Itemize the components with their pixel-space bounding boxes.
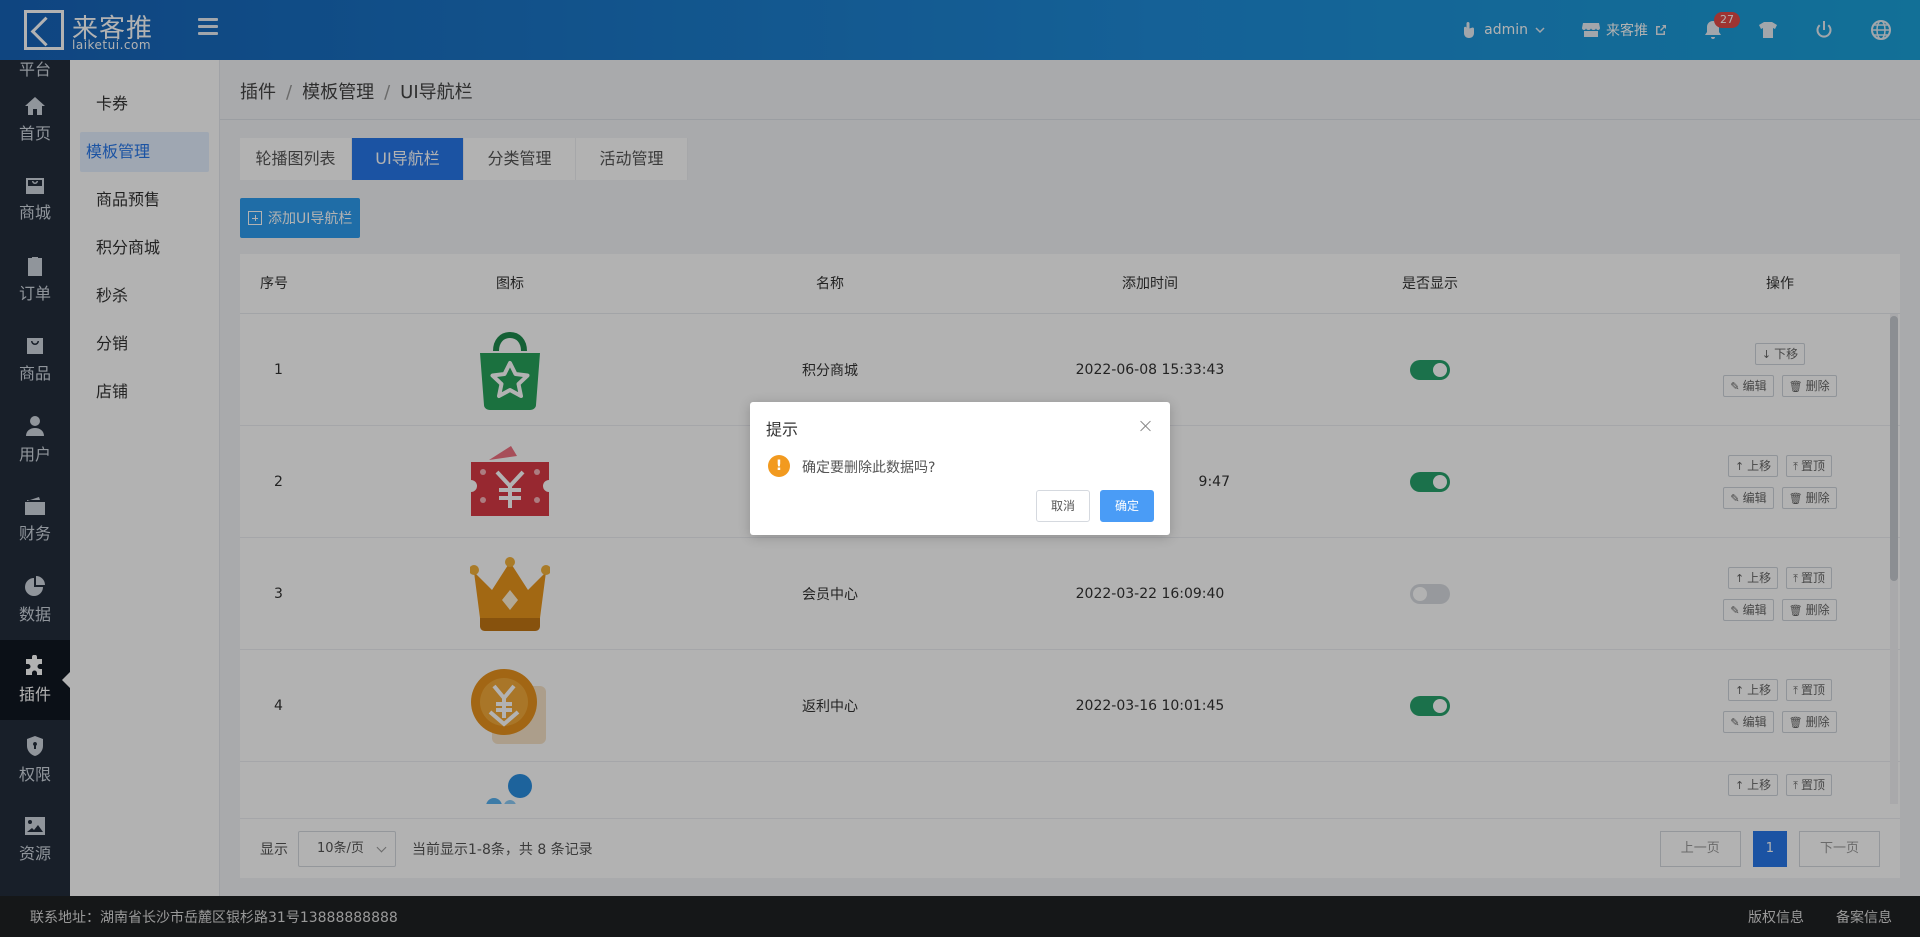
dialog-message: 确定要删除此数据吗? [802,460,936,476]
confirm-button[interactable]: 确定 [1099,490,1154,522]
dialog-title: 提示 [766,420,799,439]
confirm-dialog: 提示 ! 确定要删除此数据吗? 取消 确定 [750,402,1170,535]
close-icon[interactable] [1140,420,1152,432]
cancel-button[interactable]: 取消 [1035,490,1090,522]
warning-icon: ! [768,455,790,477]
